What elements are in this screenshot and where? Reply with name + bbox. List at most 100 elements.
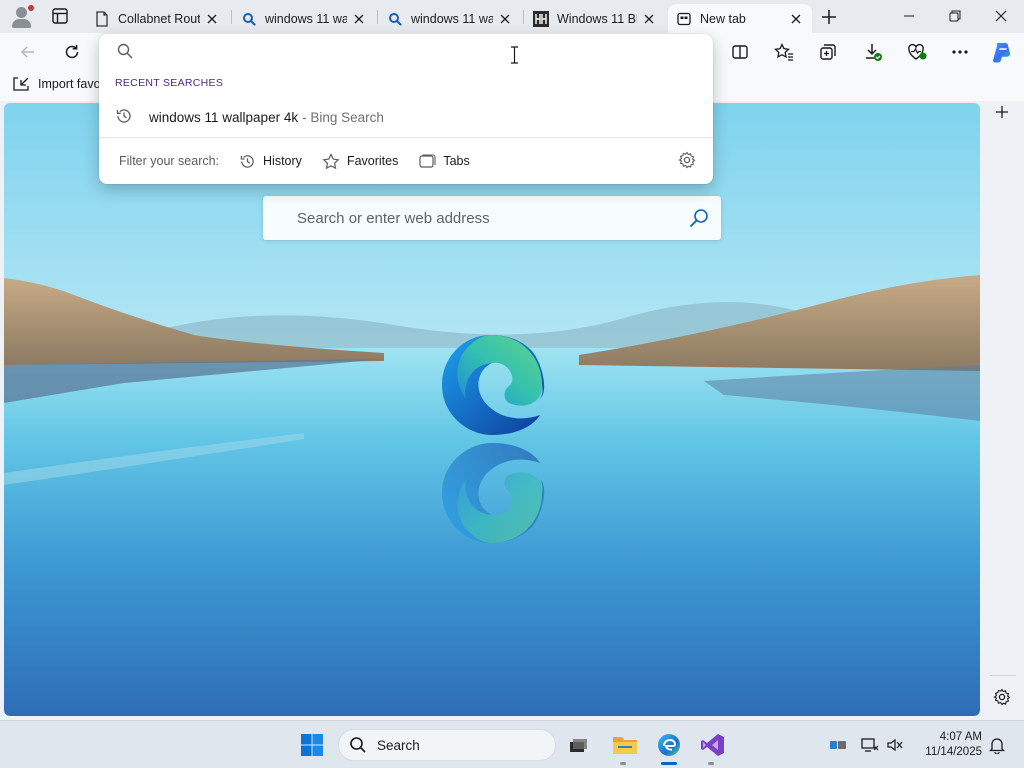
close-tab-icon[interactable] [788,11,804,27]
restore-button[interactable] [932,0,978,32]
refresh-button[interactable] [58,39,86,65]
tab-actions-icon[interactable] [48,6,72,26]
search-settings-gear-icon[interactable] [678,151,698,171]
download-icon [866,44,882,61]
downloads-button[interactable] [859,39,887,65]
tab-bing-search-2[interactable]: windows 11 wallpaper 4k [379,4,521,33]
active-indicator [661,762,677,765]
copilot-button[interactable] [988,39,1016,65]
new-tab-search-box[interactable]: Search or enter web address [263,196,721,240]
filter-history-button[interactable]: History [239,153,302,170]
search-icon [116,42,134,65]
windows-logo-icon [301,734,323,756]
tab-title: Windows 11 Blog [557,11,637,26]
back-button[interactable] [14,39,42,65]
tab-new-tab[interactable]: New tab [668,4,812,33]
favorites-button[interactable] [770,39,798,65]
visual-studio-button[interactable] [697,729,729,765]
close-tab-icon[interactable] [351,11,367,27]
collections-icon [820,44,836,60]
filter-tabs-label: Tabs [443,154,470,168]
split-screen-icon [732,45,748,59]
recent-search-query: windows 11 wallpaper 4k [149,109,299,125]
tab-windows-blog[interactable]: Windows 11 Blog [525,4,665,33]
recent-search-item[interactable]: windows 11 wallpaper 4k - Bing Search [99,102,713,132]
sidebar-divider [990,675,1016,676]
running-indicator [708,762,714,765]
filter-history-label: History [263,154,302,168]
taskbar-clock[interactable]: 4:07 AM 11/14/2025 [908,730,982,760]
tab-separator [523,10,524,24]
profile-avatar[interactable] [8,4,36,30]
tab-title: Collabnet Router [118,11,200,26]
running-indicator [620,762,626,765]
browser-essentials-button[interactable] [903,39,931,65]
recent-searches-heading: RECENT SEARCHES [115,77,224,89]
heart-pulse-icon [908,43,927,60]
close-window-button[interactable] [978,0,1024,32]
profile-head-shape [16,7,27,18]
file-explorer-button[interactable] [609,729,641,765]
visual-studio-icon [701,734,724,756]
tab-bing-search-1[interactable]: windows 11 wallpaper 4k [233,4,375,33]
add-sidebar-app-icon[interactable] [994,104,1010,125]
tab-separator [377,10,378,24]
settings-and-more-button[interactable] [946,39,974,65]
filter-tabs-button[interactable]: Tabs [418,153,470,169]
close-tab-icon[interactable] [204,11,220,27]
close-tab-icon[interactable] [497,11,513,27]
taskbar-search-label: Search [377,737,420,753]
text-cursor-icon [510,46,519,64]
notification-dot [28,5,34,11]
split-screen-button[interactable] [726,39,754,65]
customize-sidebar-gear-icon[interactable] [993,688,1011,711]
tab-title: windows 11 wallpaper 4k [411,11,493,26]
new-tab-page-icon [676,11,692,27]
dropdown-divider [99,137,713,138]
copilot-icon [993,42,1011,63]
minimize-button[interactable] [886,0,932,32]
task-view-icon [570,739,587,752]
new-tab-button[interactable] [817,6,841,28]
filter-label: Filter your search: [119,154,220,168]
windows-taskbar: Search 4:07 AM 11/14/2025 [0,720,1024,768]
clock-date: 11/14/2025 [925,746,982,758]
notification-bell-icon[interactable] [986,735,1008,755]
search-icon[interactable] [677,196,721,240]
edge-sidebar [982,101,1024,720]
address-bar-dropdown: RECENT SEARCHES windows 11 wallpaper 4k … [99,34,713,184]
bing-search-icon [387,11,403,27]
edge-icon [658,734,680,756]
search-icon [350,737,366,753]
search-placeholder: Search or enter web address [297,209,490,227]
favorites-star-icon [774,43,793,61]
new-tab-page: Search or enter web address [4,103,980,716]
filter-favorites-button[interactable]: Favorites [322,152,399,170]
network-status-icon[interactable] [859,735,881,755]
start-button[interactable] [300,733,324,757]
task-view-button[interactable] [562,729,594,761]
minimize-icon [904,15,914,17]
filter-favorites-label: Favorites [346,154,399,168]
tab-collabnet[interactable]: Collabnet Router [86,4,228,33]
tab-separator [231,10,232,24]
volume-muted-icon[interactable] [884,735,906,755]
history-icon [115,107,133,128]
recent-search-source: - Bing Search [302,109,384,125]
collections-button[interactable] [814,39,842,65]
import-icon [13,77,29,91]
tab-title: New tab [700,11,746,26]
tab-strip: Collabnet Router windows 11 wallpaper 4k… [0,0,1024,33]
refresh-icon [65,45,79,59]
close-tab-icon[interactable] [641,11,657,27]
lake-background-image [4,103,980,716]
bing-search-icon [241,11,257,27]
taskbar-search-box[interactable]: Search [338,729,556,761]
address-bar-input[interactable] [147,40,687,62]
microsoft-edge-taskbar-button[interactable] [653,729,685,765]
back-arrow-icon [20,46,34,58]
more-dots-icon [952,50,968,54]
clock-time: 4:07 AM [939,731,982,743]
search-filter-row: Filter your search: History Favorites Ta… [119,150,470,172]
system-tray-icon[interactable] [827,735,849,755]
